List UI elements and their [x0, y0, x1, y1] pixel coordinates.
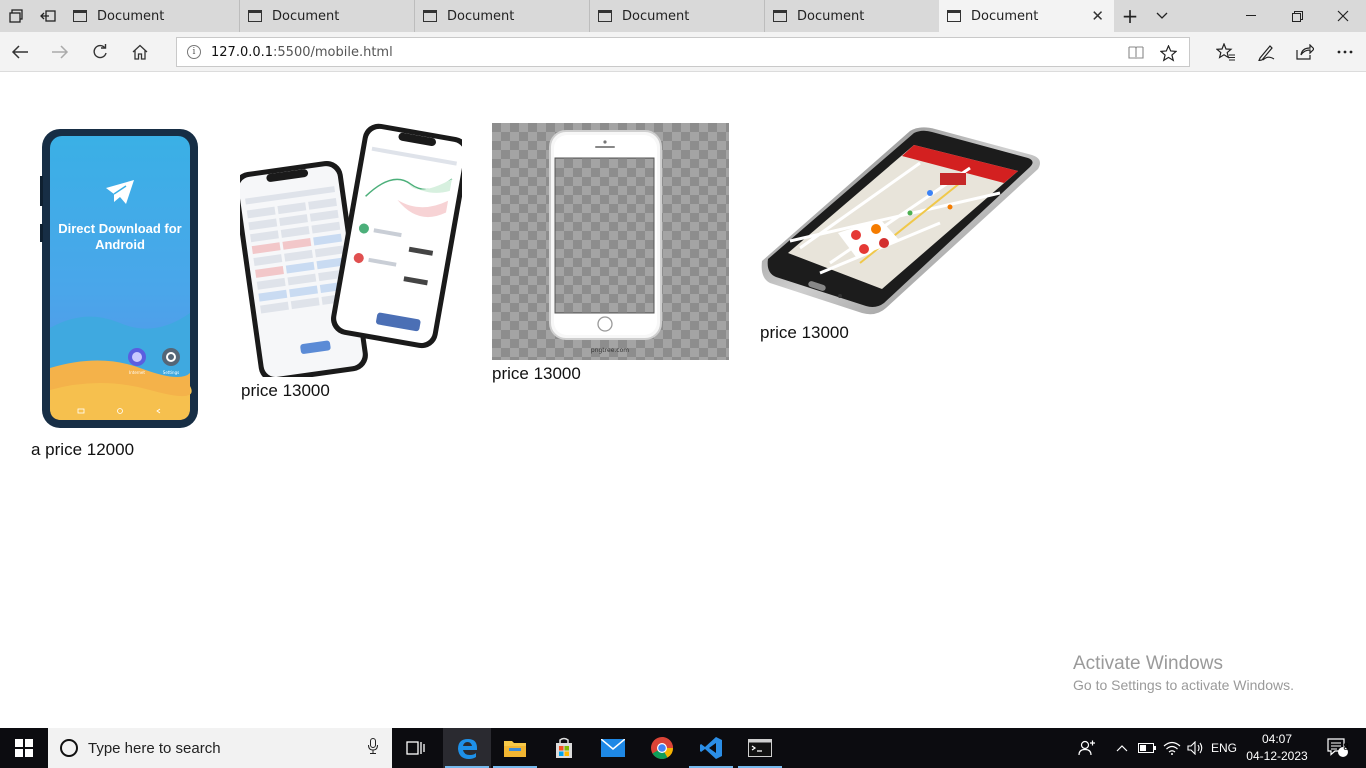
phone-image: pngtree.com — [492, 123, 729, 360]
vscode-icon[interactable] — [687, 728, 735, 768]
set-aside-tabs-icon[interactable] — [32, 0, 64, 32]
action-center-icon[interactable]: 8 — [1318, 728, 1358, 768]
close-tab-icon[interactable]: ✕ — [1091, 7, 1104, 25]
clock-time: 04:07 — [1261, 732, 1293, 746]
show-hidden-icons-chevron-icon[interactable] — [1110, 728, 1134, 768]
browser-tab-active[interactable]: Document ✕ — [939, 0, 1114, 32]
activate-windows-title: Activate Windows — [1073, 653, 1223, 674]
wifi-icon[interactable] — [1160, 728, 1184, 768]
activate-windows-subtitle: Go to Settings to activate Windows. — [1073, 677, 1294, 693]
file-explorer-icon[interactable] — [491, 728, 539, 768]
reading-view-icon[interactable] — [1121, 38, 1151, 68]
notification-count: 8 — [1343, 742, 1349, 753]
language-indicator[interactable]: ENG — [1208, 728, 1240, 768]
people-icon[interactable] — [1074, 728, 1100, 768]
taskbar-search-box[interactable]: Type here to search — [48, 728, 392, 768]
product-card: Internet Settings Direct Download for An… — [40, 128, 200, 434]
search-placeholder: Type here to search — [88, 739, 221, 757]
share-icon[interactable] — [1285, 32, 1325, 72]
windows-start-icon[interactable] — [0, 728, 48, 768]
chrome-icon[interactable] — [638, 728, 686, 768]
browser-tab[interactable]: Document — [240, 0, 415, 32]
browser-tab[interactable]: Document — [65, 0, 240, 32]
clock-date: 04-12-2023 — [1246, 749, 1308, 763]
page-icon — [73, 10, 87, 22]
page-content: Internet Settings Direct Download for An… — [0, 73, 1366, 728]
taskbar: Type here to search ENG 04:07 04-12-2023… — [0, 728, 1366, 768]
tab-title: Document — [272, 8, 340, 24]
browser-tab[interactable]: Document — [765, 0, 940, 32]
address-bar[interactable]: i 127.0.0.1:5500/mobile.html — [176, 37, 1190, 67]
favorite-star-icon[interactable] — [1153, 38, 1183, 68]
product-card: pngtree.com — [492, 123, 729, 364]
url-host: 127.0.0.1 — [211, 44, 274, 60]
tab-list-chevron-icon[interactable] — [1140, 0, 1184, 32]
info-icon[interactable]: i — [187, 45, 201, 59]
refresh-icon[interactable] — [80, 32, 120, 72]
browser-tab[interactable]: Document — [415, 0, 590, 32]
task-view-icon[interactable] — [392, 728, 440, 768]
product-card — [760, 123, 1044, 323]
page-icon — [248, 10, 262, 22]
back-arrow-icon[interactable] — [0, 32, 40, 72]
browser-tab[interactable]: Document — [590, 0, 765, 32]
product-card — [233, 123, 470, 383]
product-price: price 13000 — [760, 323, 849, 342]
microphone-icon[interactable] — [368, 738, 378, 758]
url-path: :5500/mobile.html — [273, 44, 393, 60]
tab-preview-icon[interactable] — [0, 0, 32, 32]
product-price: price 13000 — [241, 381, 330, 400]
page-icon — [947, 10, 961, 22]
home-icon[interactable] — [120, 32, 160, 72]
store-icon[interactable] — [540, 728, 588, 768]
tab-title: Document — [971, 8, 1039, 24]
tab-bar: Document Document Document Document Docu… — [0, 0, 1366, 32]
close-window-button[interactable] — [1320, 0, 1366, 32]
tab-title: Document — [447, 8, 515, 24]
page-icon — [598, 10, 612, 22]
forward-arrow-icon[interactable] — [40, 32, 80, 72]
pen-notes-icon[interactable] — [1246, 32, 1286, 72]
tab-title: Document — [797, 8, 865, 24]
phone-screen-text: Direct Download for Android — [58, 221, 182, 252]
internet-icon-label: Internet — [129, 370, 145, 375]
tab-title: Document — [622, 8, 690, 24]
minimize-button[interactable] — [1228, 0, 1274, 32]
system-clock[interactable]: 04:07 04-12-2023 — [1246, 731, 1308, 765]
page-icon — [423, 10, 437, 22]
settings-icon-label: Settings — [163, 370, 179, 375]
phone-image — [233, 123, 470, 383]
favorites-hub-icon[interactable] — [1206, 32, 1246, 72]
terminal-icon[interactable] — [736, 728, 784, 768]
mail-icon[interactable] — [589, 728, 637, 768]
product-price: a price 12000 — [31, 440, 135, 459]
battery-icon[interactable] — [1134, 728, 1160, 768]
edge-browser-icon[interactable] — [443, 728, 491, 768]
volume-icon[interactable] — [1184, 728, 1208, 768]
tab-title: Document — [97, 8, 165, 24]
navigation-bar: i 127.0.0.1:5500/mobile.html — [0, 32, 1366, 72]
product-price: price 13000 — [492, 364, 581, 383]
phone-image: Internet Settings — [40, 129, 198, 428]
image-credit: pngtree.com — [591, 347, 629, 354]
more-menu-icon[interactable] — [1325, 32, 1365, 72]
phone-image — [761, 127, 1040, 315]
restore-button[interactable] — [1274, 0, 1320, 32]
cortana-icon — [60, 739, 78, 757]
page-icon — [773, 10, 787, 22]
